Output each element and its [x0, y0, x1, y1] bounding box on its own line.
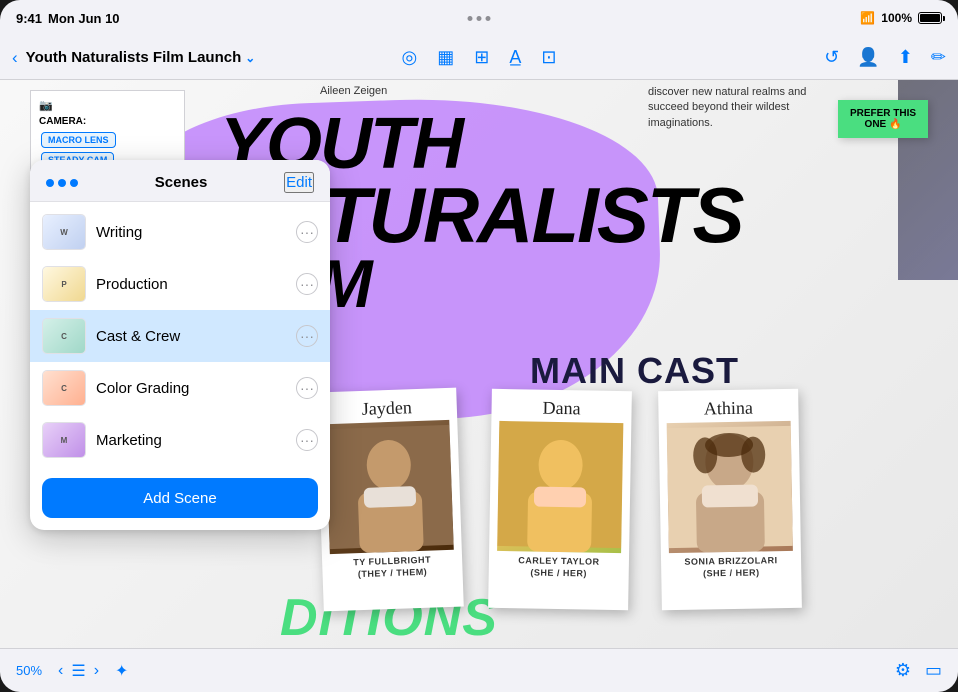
title-chevron-icon: ⌄: [245, 51, 255, 65]
back-button[interactable]: ‹: [12, 48, 18, 68]
scenes-panel-header: Scenes Edit: [30, 160, 330, 202]
polaroid-name-3: Athina: [666, 397, 790, 420]
scene-thumbnail-color-grading: C: [42, 370, 86, 406]
scenes-panel: Scenes Edit W Writing ··· P Produc: [30, 160, 330, 530]
scene-more-cast-crew[interactable]: ···: [296, 325, 318, 347]
ipad-frame: 9:41 Mon Jun 10 📶 100% ‹ Youth Naturalis…: [0, 0, 958, 692]
dot-2: [58, 179, 66, 187]
thumb-writing: W: [43, 215, 85, 249]
canvas-subtitle: discover new natural realms and succeed …: [648, 85, 808, 131]
scene-more-production[interactable]: ···: [296, 273, 318, 295]
back-chevron-icon: ‹: [12, 48, 18, 68]
dot-3: [70, 179, 78, 187]
status-bar-right: 📶 100%: [860, 11, 942, 25]
scene-name-writing: Writing: [96, 224, 286, 241]
scene-thumbnail-production: P: [42, 266, 86, 302]
polaroid-1: Jayden TY FULLBRIGHT(THEY / THEM): [316, 388, 464, 612]
scene-name-production: Production: [96, 276, 286, 293]
scene-name-marketing: Marketing: [96, 432, 286, 449]
status-bar: 9:41 Mon Jun 10 📶 100%: [0, 0, 958, 36]
scene-item-marketing[interactable]: M Marketing ···: [30, 414, 330, 466]
bottom-right-icons: ⚙ ▭: [895, 660, 942, 681]
battery-fill: [920, 14, 940, 22]
status-dot-3: [486, 16, 491, 21]
battery-label: 100%: [881, 11, 912, 25]
main-content: 📷 CAMERA: MACRO LENS STEADY CAM Aileen Z…: [0, 80, 958, 648]
collaborators-icon[interactable]: 👤: [857, 47, 879, 68]
status-time: 9:41: [16, 11, 42, 26]
thumb-color: C: [43, 371, 85, 405]
scenes-list: W Writing ··· P Production ··· C: [30, 202, 330, 470]
polaroid-name-1: Jayden: [324, 396, 449, 421]
polaroid-photo-2: [497, 421, 623, 553]
title-text: Youth Naturalists Film Launch: [26, 49, 242, 66]
shape-tool-icon[interactable]: ◎: [402, 47, 418, 68]
dot-1: [46, 179, 54, 187]
history-icon[interactable]: ↺: [824, 47, 839, 68]
polaroid-caption-2: CARLEY TAYLOR(SHE / HER): [497, 555, 621, 581]
wifi-icon: 📶: [860, 11, 875, 25]
toolbar-right-icons: ↺ 👤 ⬆ ✏: [824, 47, 946, 68]
scene-name-color-grading: Color Grading: [96, 380, 286, 397]
sticky-note: PREFER THIS ONE 🔥: [838, 100, 928, 138]
nav-arrows: ‹ ☰ ›: [58, 661, 99, 681]
share-icon[interactable]: ⬆: [898, 47, 913, 68]
status-dot-2: [477, 16, 482, 21]
toolbar: ‹ Youth Naturalists Film Launch ⌄ ◎ ▦ ⊞ …: [0, 36, 958, 80]
status-bar-left: 9:41 Mon Jun 10: [16, 11, 120, 26]
scene-more-writing[interactable]: ···: [296, 221, 318, 243]
polaroid-caption-3: SONIA BRIZZOLARI(SHE / HER): [669, 555, 793, 581]
camera-label: CAMERA:: [39, 116, 176, 127]
toolbar-center-icons: ◎ ▦ ⊞ A̲ ⊡: [402, 47, 557, 68]
thumb-cast: C: [43, 319, 85, 353]
polaroids-container: Jayden TY FULLBRIGHT(THEY / THEM) Dana: [320, 390, 800, 609]
status-date: Mon Jun 10: [48, 11, 120, 26]
main-cast-label: MAIN CAST: [530, 350, 739, 392]
bottom-toolbar: 50% ‹ ☰ › ✦ ⚙ ▭: [0, 648, 958, 692]
text-tool-icon[interactable]: A̲: [509, 47, 521, 68]
status-dot-1: [468, 16, 473, 21]
scene-more-marketing[interactable]: ···: [296, 429, 318, 451]
nav-list-icon[interactable]: ☰: [71, 661, 85, 681]
layout-options-icon[interactable]: ⚙: [895, 660, 911, 681]
camera-card-title: 📷: [39, 99, 176, 112]
zoom-level[interactable]: 50%: [16, 663, 42, 678]
scene-thumbnail-marketing: M: [42, 422, 86, 458]
edit-pencil-icon[interactable]: ✏: [931, 47, 946, 68]
panel-dots: [46, 179, 78, 187]
table-tool-icon[interactable]: ▦: [437, 47, 454, 68]
scene-thumbnail-writing: W: [42, 214, 86, 250]
polaroid-photo-3: [667, 421, 793, 553]
camera-option-1: MACRO LENS: [39, 130, 176, 150]
battery-icon: [918, 12, 942, 24]
polaroid-caption-1: TY FULLBRIGHT(THEY / THEM): [330, 554, 455, 582]
thumb-marketing: M: [43, 423, 85, 457]
polaroid-2: Dana CARLEY TAYLOR(SHE / HER): [488, 389, 632, 611]
thumb-production: P: [43, 267, 85, 301]
author-name: Aileen Zeigen: [320, 85, 387, 97]
polaroid-3: Athina SONIA BRIZZOLAR: [658, 389, 802, 611]
scene-thumbnail-cast-crew: C: [42, 318, 86, 354]
scene-item-color-grading[interactable]: C Color Grading ···: [30, 362, 330, 414]
scenes-panel-title: Scenes: [155, 174, 208, 191]
polaroid-name-2: Dana: [499, 397, 623, 420]
view-mode-icon[interactable]: ▭: [925, 660, 942, 681]
scene-item-production[interactable]: P Production ···: [30, 258, 330, 310]
scene-more-color-grading[interactable]: ···: [296, 377, 318, 399]
layers-tool-icon[interactable]: ⊞: [474, 47, 489, 68]
scenes-edit-button[interactable]: Edit: [284, 172, 314, 193]
image-tool-icon[interactable]: ⊡: [541, 47, 556, 68]
nav-forward-button[interactable]: ›: [94, 662, 99, 680]
status-bar-center: [468, 16, 491, 21]
nav-back-button[interactable]: ‹: [58, 662, 63, 680]
polaroid-photo-1: [325, 420, 453, 554]
star-icon[interactable]: ✦: [115, 661, 128, 681]
scene-name-cast-crew: Cast & Crew: [96, 328, 286, 345]
add-scene-button[interactable]: Add Scene: [42, 478, 318, 518]
scene-item-writing[interactable]: W Writing ···: [30, 206, 330, 258]
scene-item-cast-crew[interactable]: C Cast & Crew ···: [30, 310, 330, 362]
